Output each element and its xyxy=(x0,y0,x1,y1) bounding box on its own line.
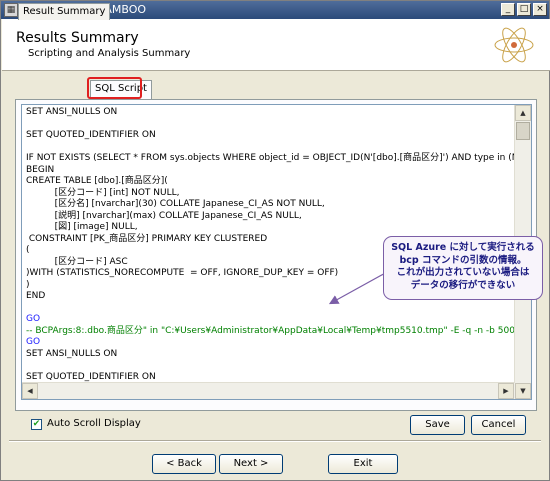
script-line xyxy=(26,303,511,315)
annotation-callout: SQL Azure に対して実行される bcp コマンドの引数の情報。 これが出… xyxy=(383,236,543,300)
scroll-down-button[interactable]: ▼ xyxy=(515,383,531,399)
auto-scroll-label: Auto Scroll Display xyxy=(47,418,141,429)
wizard-header: Results Summary Scripting and Analysis S… xyxy=(2,19,550,71)
script-line: SET QUOTED_IDENTIFIER ON xyxy=(26,130,156,140)
maximize-button[interactable]: □ xyxy=(517,3,531,16)
callout-line: SQL Azure に対して実行される xyxy=(391,242,535,253)
script-line: [区分名] [nvarchar](30) COLLATE Japanese_CI… xyxy=(26,199,325,209)
script-line: [区分コード] [int] NOT NULL, xyxy=(26,187,180,198)
tab-result-summary[interactable]: Result Summary xyxy=(18,3,111,20)
exit-button[interactable]: Exit xyxy=(328,454,398,474)
close-button[interactable]: × xyxy=(533,3,547,16)
script-line: BEGIN xyxy=(26,164,55,175)
back-button[interactable]: < Back xyxy=(152,454,216,474)
footer-divider xyxy=(9,440,541,442)
script-line xyxy=(26,360,511,372)
script-table-window: ▦ Script Table - BAMBOO _ □ × Results Su… xyxy=(0,0,550,481)
cancel-button[interactable]: Cancel xyxy=(471,415,526,435)
minimize-button[interactable]: _ xyxy=(501,3,515,16)
scroll-thumb[interactable] xyxy=(516,122,530,140)
script-line: SET ANSI_NULLS ON xyxy=(26,348,118,359)
script-line: GO xyxy=(26,337,41,347)
atom-logo-icon xyxy=(494,27,534,63)
script-line: [図] [image] NULL, xyxy=(26,222,138,232)
scroll-left-button[interactable]: ◀ xyxy=(22,383,38,399)
script-line xyxy=(26,142,511,154)
script-line: [説明] [nvarchar](max) COLLATE Japanese_CI… xyxy=(26,210,302,221)
script-line: -- BCPArgs:8:.dbo.商品区分" in "C:¥Users¥Adm… xyxy=(26,325,521,336)
save-button[interactable]: Save xyxy=(410,415,465,435)
auto-scroll-checkbox[interactable]: ✔ xyxy=(31,419,42,430)
horizontal-scrollbar[interactable]: ◀ ▶ xyxy=(22,382,515,399)
callout-line: データの移行ができない xyxy=(410,279,516,291)
script-line: SET ANSI_NULLS ON xyxy=(26,107,118,117)
page-title: Results Summary xyxy=(16,30,139,46)
page-subtitle: Scripting and Analysis Summary xyxy=(28,48,191,59)
callout-line: これが出力されていない場合は xyxy=(396,267,530,278)
script-line xyxy=(26,119,511,131)
sql-script-tab-highlight xyxy=(87,77,142,99)
callout-line: bcp コマンドの引数の情報。 xyxy=(399,254,527,266)
script-line: CREATE TABLE [dbo].[商品区分]( xyxy=(26,176,168,186)
script-line: IF NOT EXISTS (SELECT * FROM sys.objects… xyxy=(26,153,532,163)
scroll-up-button[interactable]: ▲ xyxy=(515,105,531,121)
script-line: GO xyxy=(26,314,41,324)
next-button[interactable]: Next > xyxy=(219,454,283,474)
scroll-right-button[interactable]: ▶ xyxy=(498,383,514,399)
app-icon: ▦ xyxy=(4,3,18,17)
